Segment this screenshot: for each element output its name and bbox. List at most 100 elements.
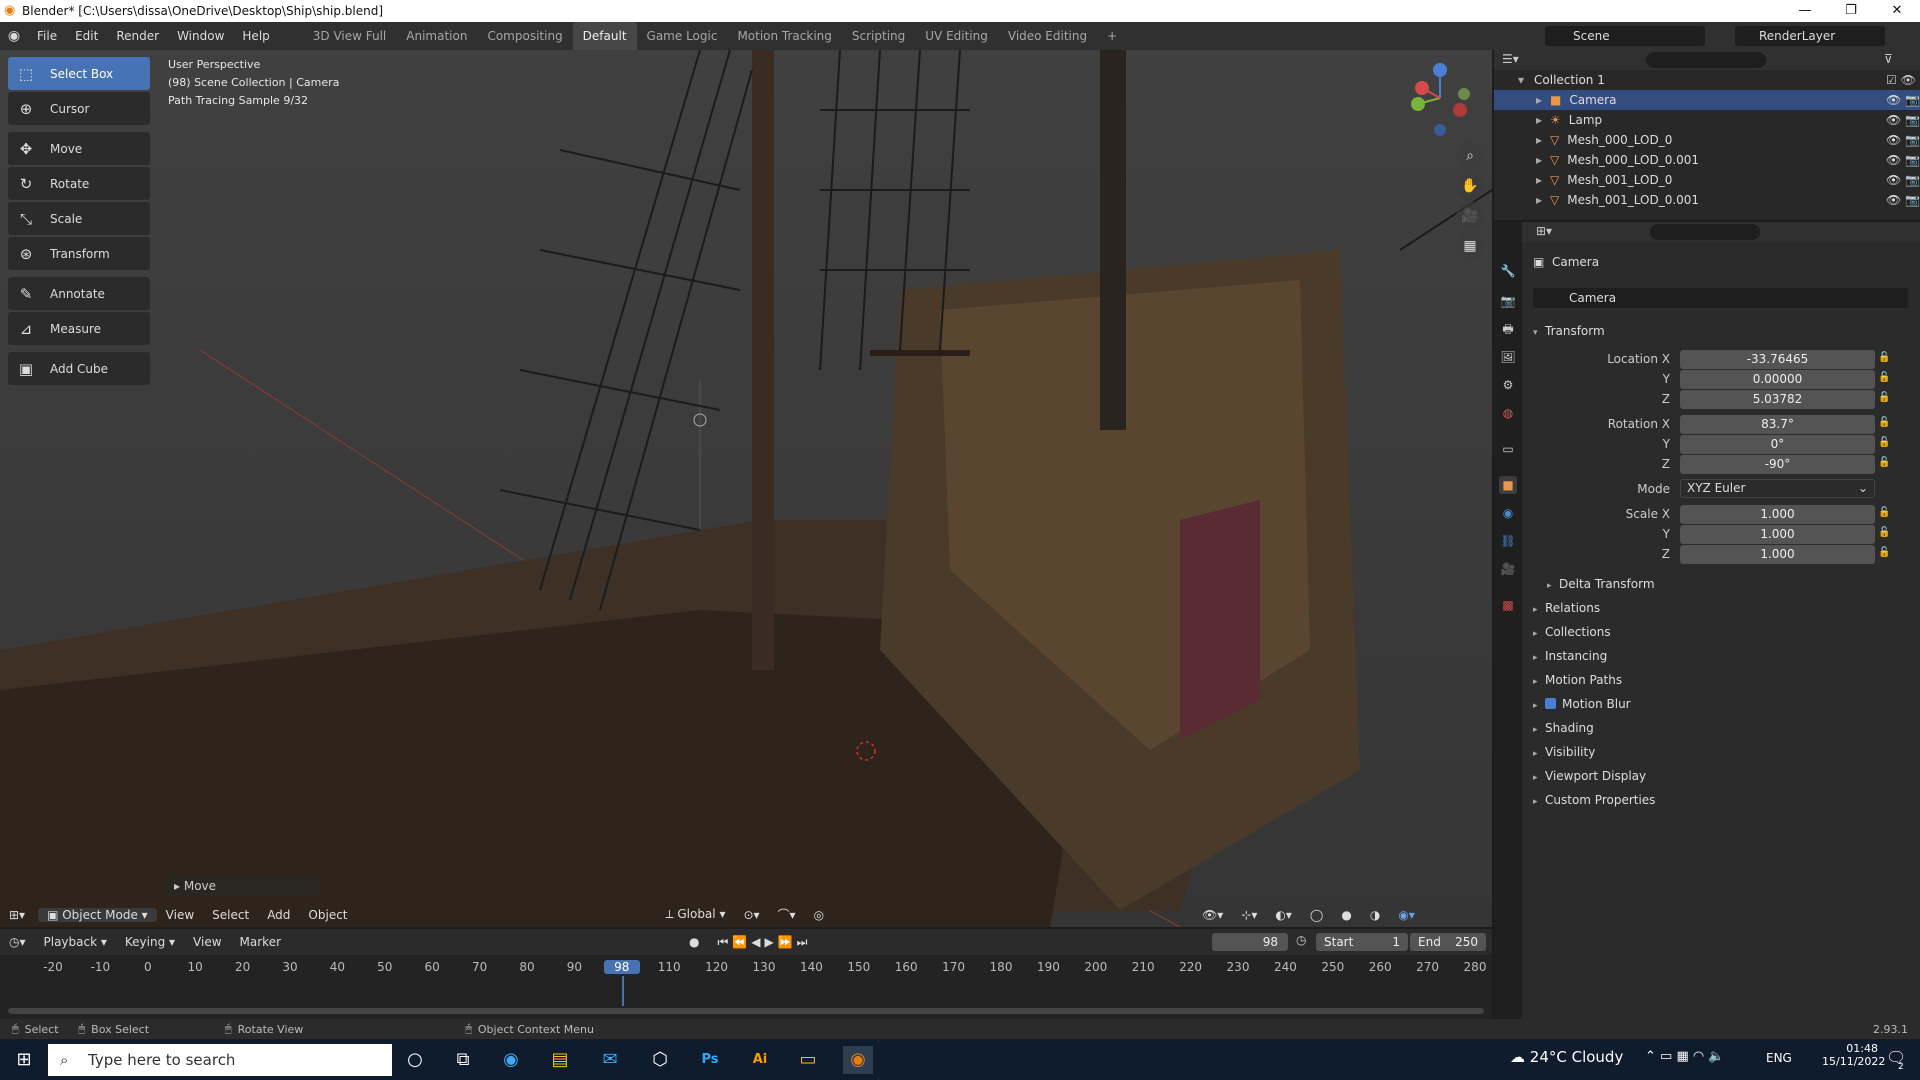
tab-animation[interactable]: Animation bbox=[396, 22, 477, 50]
scene-tab-icon[interactable]: ⚙ bbox=[1499, 376, 1517, 394]
tool-rotate[interactable]: ↻ Rotate bbox=[8, 167, 150, 200]
tab-uv-editing[interactable]: UV Editing bbox=[915, 22, 998, 50]
shading-rendered-icon[interactable]: ◉▾ bbox=[1389, 908, 1424, 922]
timeline-scrollbar[interactable] bbox=[8, 1008, 1484, 1014]
end-frame-field[interactable]: End 250 bbox=[1410, 933, 1486, 951]
minimize-button[interactable]: — bbox=[1782, 0, 1828, 22]
tool-select-box[interactable]: ⬚ Select Box bbox=[8, 57, 150, 90]
tab-game-logic[interactable]: Game Logic bbox=[637, 22, 728, 50]
eye-icon[interactable]: 👁 📷 bbox=[1886, 153, 1920, 167]
lock-icon[interactable]: 🔓 bbox=[1878, 437, 1892, 451]
illustrator-icon[interactable]: Ai bbox=[745, 1046, 775, 1074]
eye-icon[interactable]: 👁 📷 bbox=[1886, 113, 1920, 127]
tool-tab-icon[interactable]: 🔧 bbox=[1499, 262, 1517, 280]
lock-icon[interactable]: 🔓 bbox=[1878, 457, 1892, 471]
language-indicator[interactable]: ENG bbox=[1766, 1051, 1792, 1065]
tab-default[interactable]: Default bbox=[572, 22, 637, 50]
eye-icon[interactable]: 👁 📷 bbox=[1886, 133, 1920, 147]
constraints-tab-icon[interactable]: ⛓ bbox=[1499, 532, 1517, 550]
menu-keying[interactable]: Keying ▾ bbox=[116, 935, 184, 949]
gizmo-toggle-icon[interactable]: ⊹▾ bbox=[1232, 908, 1266, 922]
app-icon[interactable]: ⬡ bbox=[645, 1046, 675, 1074]
object-data-tab-icon[interactable]: 🎥 bbox=[1499, 560, 1517, 578]
motion-paths-section[interactable]: ▸ Motion Paths bbox=[1533, 673, 1622, 687]
current-frame-field[interactable]: 98 bbox=[1212, 933, 1288, 951]
navigation-gizmo[interactable] bbox=[1400, 58, 1480, 138]
editor-type-icon[interactable]: ⊞▾ bbox=[1536, 224, 1552, 238]
tray-icons[interactable]: ⌃ ▭ ▦ ◠ 🔈 bbox=[1645, 1049, 1725, 1064]
editor-type-icon[interactable]: ◷▾ bbox=[0, 935, 35, 949]
mode-selector[interactable]: ▣ Object Mode ▾ bbox=[38, 907, 157, 922]
motion-blur-section[interactable]: ▸ Motion Blur bbox=[1533, 697, 1631, 711]
outliner-editor-icon[interactable]: ☰▾ bbox=[1502, 52, 1519, 66]
playback-controls[interactable]: ⏮⏪◀▶⏩⏭ bbox=[709, 935, 821, 950]
clock[interactable]: 01:48 15/11/2022 bbox=[1822, 1042, 1885, 1068]
blender-taskbar-icon[interactable]: ◉ bbox=[843, 1046, 873, 1074]
task-view-icon[interactable]: ⧉ bbox=[448, 1046, 478, 1074]
menu-window[interactable]: Window bbox=[168, 22, 233, 50]
tool-measure[interactable]: ⊿ Measure bbox=[8, 312, 150, 345]
zoom-icon[interactable]: ⌕ bbox=[1456, 142, 1484, 170]
outliner-item-lamp[interactable]: ▸ ☀ Lamp 👁 📷 bbox=[1494, 110, 1920, 130]
tool-scale[interactable]: ⤡ Scale bbox=[8, 202, 150, 235]
shading-section[interactable]: ▸ Shading bbox=[1533, 721, 1594, 735]
lock-icon[interactable]: 🔓 bbox=[1878, 527, 1892, 541]
taskbar-search-input[interactable]: ⌕ Type here to search bbox=[48, 1044, 392, 1076]
eye-icon[interactable]: 👁 📷 bbox=[1886, 193, 1920, 207]
lock-icon[interactable]: 🔓 bbox=[1878, 392, 1892, 406]
grid-ortho-icon[interactable]: ▦ bbox=[1456, 232, 1484, 260]
tool-move[interactable]: ✥ Move bbox=[8, 132, 150, 165]
store-icon[interactable]: ▤ bbox=[545, 1046, 575, 1074]
menu-object[interactable]: Object bbox=[299, 908, 356, 922]
weather-widget[interactable]: ☁ 24°C Cloudy bbox=[1510, 1048, 1623, 1066]
tab-video-editing[interactable]: Video Editing bbox=[998, 22, 1097, 50]
blender-menu-icon[interactable]: ◉ bbox=[0, 28, 28, 44]
record-icon[interactable]: ● bbox=[680, 935, 708, 949]
outliner-item-mesh[interactable]: ▸ ▽ Mesh_001_LOD_0.001 👁 📷 bbox=[1494, 190, 1920, 210]
camera-view-icon[interactable]: 🎥 bbox=[1456, 202, 1484, 230]
menu-add[interactable]: Add bbox=[258, 908, 299, 922]
viewport-display-section[interactable]: ▸ Viewport Display bbox=[1533, 769, 1646, 783]
collection-row[interactable]: ▾ Collection 1 ☑ 👁 bbox=[1494, 70, 1920, 90]
visibility-icon[interactable]: 👁▾ bbox=[1193, 908, 1232, 922]
menu-playback[interactable]: Playback ▾ bbox=[35, 935, 116, 949]
3d-viewport[interactable]: ⬚ Select Box ⊕ Cursor ✥ Move ↻ Rotate ⤡ Scale… bbox=[0, 50, 1492, 927]
tab-motion-tracking[interactable]: Motion Tracking bbox=[727, 22, 841, 50]
texture-tab-icon[interactable]: ▩ bbox=[1499, 596, 1517, 614]
custom-properties-section[interactable]: ▸ Custom Properties bbox=[1533, 793, 1655, 807]
render-tab-icon[interactable]: 📷 bbox=[1499, 292, 1517, 310]
rotation-x-field[interactable]: 83.7° bbox=[1680, 415, 1875, 434]
playhead[interactable] bbox=[621, 976, 624, 1006]
outliner-item-mesh[interactable]: ▸ ▽ Mesh_000_LOD_0 👁 📷 bbox=[1494, 130, 1920, 150]
eye-icon[interactable]: ☑ 👁 bbox=[1886, 73, 1916, 87]
collections-section[interactable]: ▸ Collections bbox=[1533, 625, 1611, 639]
properties-search-input[interactable] bbox=[1650, 224, 1760, 240]
outliner-item-mesh[interactable]: ▸ ▽ Mesh_001_LOD_0 👁 📷 bbox=[1494, 170, 1920, 190]
scale-x-field[interactable]: 1.000 bbox=[1680, 505, 1875, 524]
proportional-edit-icon[interactable]: ◎ bbox=[805, 908, 833, 922]
lock-icon[interactable]: 🔓 bbox=[1878, 547, 1892, 561]
outliner-item-camera[interactable]: ▸ ■ Camera 👁 📷 bbox=[1494, 90, 1920, 110]
start-frame-field[interactable]: Start 1 bbox=[1316, 933, 1408, 951]
menu-view[interactable]: View bbox=[184, 935, 230, 949]
scale-y-field[interactable]: 1.000 bbox=[1680, 525, 1875, 544]
outliner-item-mesh[interactable]: ▸ ▽ Mesh_000_LOD_0.001 👁 📷 bbox=[1494, 150, 1920, 170]
menu-render[interactable]: Render bbox=[107, 22, 168, 50]
rotation-z-field[interactable]: -90° bbox=[1680, 455, 1875, 474]
menu-marker[interactable]: Marker bbox=[231, 935, 290, 949]
tab-compositing[interactable]: Compositing bbox=[477, 22, 572, 50]
relations-section[interactable]: ▸ Relations bbox=[1533, 601, 1600, 615]
windows-start-icon[interactable]: ⊞ bbox=[9, 1046, 39, 1074]
close-button[interactable]: ✕ bbox=[1874, 0, 1920, 22]
tool-transform[interactable]: ⊛ Transform bbox=[8, 237, 150, 270]
menu-edit[interactable]: Edit bbox=[66, 22, 107, 50]
cortana-icon[interactable]: ○ bbox=[400, 1046, 430, 1074]
rotation-y-field[interactable]: 0° bbox=[1680, 435, 1875, 454]
view-layer-tab-icon[interactable]: 🖼 bbox=[1499, 348, 1517, 366]
last-operator-panel[interactable]: ▸ Move bbox=[168, 876, 318, 896]
output-tab-icon[interactable]: 🖶 bbox=[1499, 320, 1517, 338]
transform-section-header[interactable]: ▾ Transform bbox=[1533, 324, 1605, 338]
object-name-field[interactable]: Camera bbox=[1533, 288, 1908, 308]
object-tab-icon[interactable]: ■ bbox=[1499, 476, 1517, 494]
overlay-toggle-icon[interactable]: ◐▾ bbox=[1266, 908, 1301, 922]
